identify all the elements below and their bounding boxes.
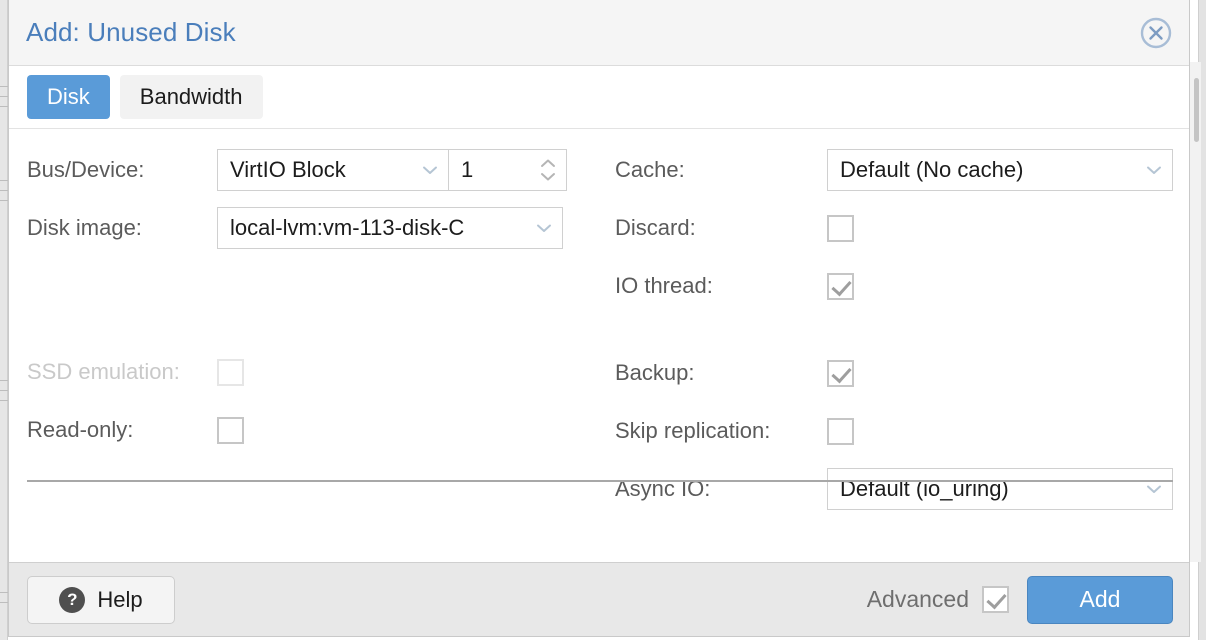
- tab-bar: Disk Bandwidth: [9, 66, 1189, 128]
- add-button[interactable]: Add: [1027, 575, 1173, 624]
- tab-disk[interactable]: Disk: [27, 75, 110, 119]
- field-row-cache: Cache: Default (No cache): [609, 141, 1189, 199]
- bus-device-label: Bus/Device:: [27, 157, 145, 182]
- spacer-left-upper: [9, 257, 609, 343]
- chevron-down-icon: [537, 224, 551, 232]
- cache-select[interactable]: Default (No cache): [827, 149, 1173, 191]
- form-left-column: Bus/Device: VirtIO Block 1 Disk image: l…: [9, 129, 609, 518]
- disk-image-select[interactable]: local-lvm:vm-113-disk-C: [217, 207, 563, 249]
- io-thread-label: IO thread:: [615, 273, 713, 298]
- field-row-disk-image: Disk image: local-lvm:vm-113-disk-C: [9, 199, 609, 257]
- field-row-io-thread: IO thread:: [609, 257, 1189, 315]
- disk-image-label: Disk image:: [27, 215, 142, 240]
- field-row-skip-replication: Skip replication:: [609, 402, 1189, 460]
- read-only-label: Read-only:: [27, 417, 134, 442]
- field-row-async-io: Async IO: Default (io_uring): [609, 460, 1189, 518]
- underlying-page-left-edge: [0, 0, 8, 640]
- chevron-down-icon: [1147, 166, 1161, 174]
- advanced-toggle[interactable]: Advanced: [867, 586, 1009, 613]
- field-row-discard: Discard:: [609, 199, 1189, 257]
- field-row-backup: Backup:: [609, 344, 1189, 402]
- bus-device-value: VirtIO Block: [230, 157, 346, 182]
- advanced-checkbox[interactable]: [982, 586, 1009, 613]
- cache-label: Cache:: [615, 157, 685, 182]
- skip-replication-checkbox[interactable]: [827, 417, 854, 445]
- dialog-body: Bus/Device: VirtIO Block 1 Disk image: l…: [9, 128, 1189, 562]
- stepper-arrows-icon[interactable]: [538, 158, 558, 182]
- chevron-up-icon: [541, 159, 555, 167]
- io-thread-checkbox[interactable]: [827, 272, 854, 300]
- spacer-right-upper: [609, 315, 1189, 344]
- cache-value: Default (No cache): [840, 157, 1024, 182]
- dialog-title: Add: Unused Disk: [26, 17, 236, 47]
- backup-label: Backup:: [615, 360, 695, 385]
- field-row-read-only: Read-only:: [9, 401, 609, 459]
- dialog-footer: ? Help Advanced Add: [9, 562, 1189, 636]
- ssd-emulation-checkbox: [217, 358, 244, 386]
- help-button[interactable]: ? Help: [27, 575, 175, 624]
- question-mark-icon: ?: [59, 586, 86, 613]
- discard-label: Discard:: [615, 215, 696, 240]
- device-number-value: 1: [461, 157, 474, 182]
- async-io-select[interactable]: Default (io_uring): [827, 468, 1173, 510]
- disk-image-value: local-lvm:vm-113-disk-C: [230, 215, 465, 240]
- section-divider: [27, 480, 1173, 482]
- add-unused-disk-dialog: Add: Unused Disk Disk Bandwidth Bus/Devi…: [8, 0, 1190, 637]
- ssd-emulation-label: SSD emulation:: [27, 359, 180, 384]
- discard-checkbox[interactable]: [827, 214, 854, 242]
- field-row-bus-device: Bus/Device: VirtIO Block 1: [9, 141, 609, 199]
- read-only-checkbox[interactable]: [217, 416, 244, 444]
- chevron-down-icon: [423, 166, 437, 174]
- chevron-down-icon: [541, 173, 555, 181]
- backup-checkbox[interactable]: [827, 359, 854, 387]
- close-icon[interactable]: [1139, 16, 1173, 50]
- advanced-label: Advanced: [866, 586, 969, 612]
- skip-replication-label: Skip replication:: [615, 418, 771, 443]
- device-number-stepper[interactable]: 1: [449, 149, 567, 191]
- page-scrollbar-thumb[interactable]: [1194, 78, 1199, 142]
- bus-device-select[interactable]: VirtIO Block: [217, 149, 449, 191]
- field-row-ssd-emulation: SSD emulation:: [9, 343, 609, 401]
- tab-bandwidth[interactable]: Bandwidth: [119, 75, 263, 119]
- form-grid: Bus/Device: VirtIO Block 1 Disk image: l…: [9, 129, 1189, 518]
- form-right-column: Cache: Default (No cache) Discard: IO th…: [609, 129, 1189, 518]
- chevron-down-icon: [1147, 485, 1161, 493]
- dialog-header: Add: Unused Disk: [9, 0, 1189, 66]
- help-button-label: Help: [97, 586, 143, 612]
